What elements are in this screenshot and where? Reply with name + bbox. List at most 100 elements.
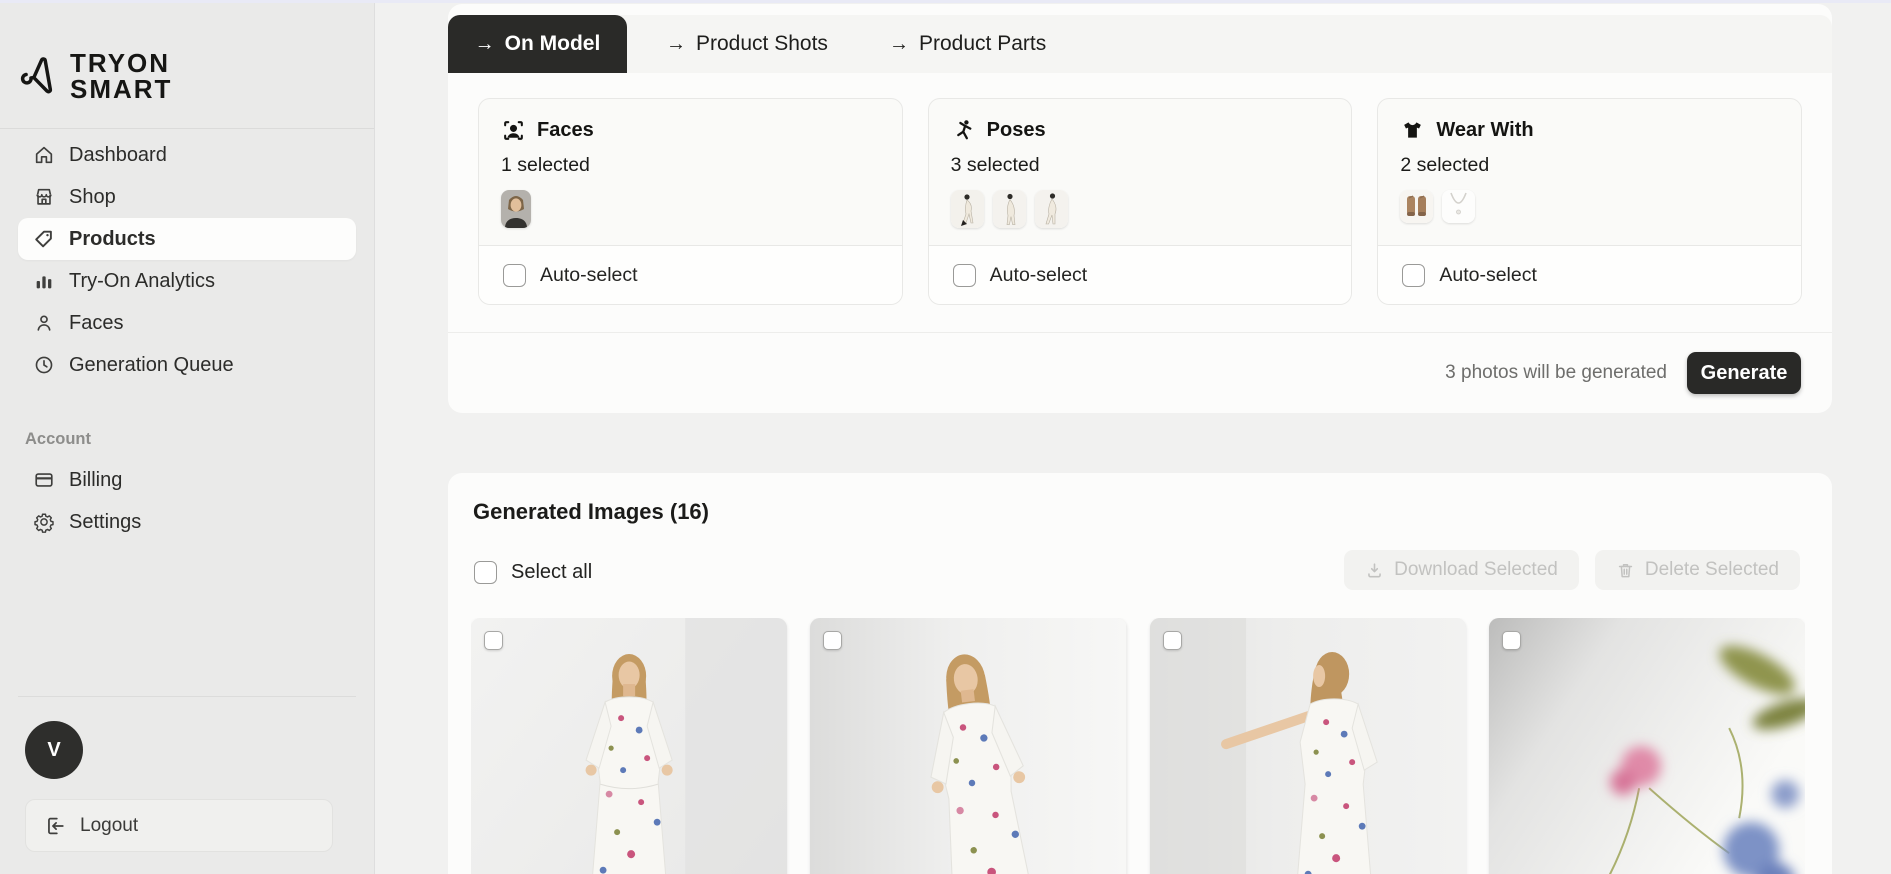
sidebar-item-label: Generation Queue xyxy=(69,353,234,376)
generated-image[interactable] xyxy=(471,618,788,874)
poses-selection-card: Poses 3 selected Auto-select xyxy=(927,98,1353,305)
image-checkbox[interactable] xyxy=(1501,631,1521,650)
sidebar-nav: Dashboard Shop Products Try-On Analytics… xyxy=(18,134,356,386)
generation-info-text: 3 photos will be generated xyxy=(1445,362,1667,383)
download-selected-label: Download Selected xyxy=(1394,559,1558,580)
home-icon xyxy=(33,144,55,166)
image-checkbox[interactable] xyxy=(484,631,503,650)
generated-image-grid xyxy=(471,618,1805,874)
trash-icon xyxy=(1618,563,1633,577)
tab-label: Product Parts xyxy=(919,32,1047,55)
sidebar-item-products[interactable]: Products xyxy=(18,218,356,260)
pose-thumbnail[interactable] xyxy=(992,190,1026,228)
tab-bar: → On Model → Product Shots → Product Par… xyxy=(448,15,1832,73)
person-icon xyxy=(33,312,55,334)
tab-on-model[interactable]: → On Model xyxy=(448,15,627,73)
generated-images-panel: Generated Images (16) Select all Downloa… xyxy=(448,473,1832,874)
auto-select-label: Auto-select xyxy=(540,263,638,286)
bulk-actions: Download Selected Delete Selected xyxy=(1344,550,1800,590)
faces-thumbnails xyxy=(501,190,880,228)
pose-thumbnail[interactable] xyxy=(950,190,984,228)
bar-chart-icon xyxy=(33,270,55,292)
generated-image[interactable] xyxy=(1149,618,1466,874)
auto-select-checkbox[interactable] xyxy=(503,263,526,287)
account-section-label: Account xyxy=(25,430,91,448)
arrow-icon: → xyxy=(666,32,686,55)
face-thumbnail[interactable] xyxy=(501,190,531,228)
delete-selected-label: Delete Selected xyxy=(1644,559,1779,580)
tag-icon xyxy=(33,228,55,250)
clock-icon xyxy=(33,354,55,376)
select-all-label: Select all xyxy=(511,561,593,583)
sidebar-item-faces[interactable]: Faces xyxy=(18,302,356,344)
poses-thumbnails xyxy=(950,190,1330,228)
download-selected-button[interactable]: Download Selected xyxy=(1344,550,1579,590)
selection-cards-row: Faces 1 selected Auto-select Poses 3 sel… xyxy=(478,98,1803,305)
necklace-thumbnail[interactable] xyxy=(1442,190,1476,223)
sidebar-item-label: Billing xyxy=(69,468,123,491)
generated-image[interactable] xyxy=(1488,618,1805,874)
auto-select-label: Auto-select xyxy=(989,263,1088,286)
tshirt-icon xyxy=(1400,118,1425,143)
image-checkbox[interactable] xyxy=(823,631,843,650)
wear-with-thumbnails xyxy=(1400,190,1779,223)
download-icon xyxy=(1368,562,1381,577)
credit-card-icon xyxy=(33,469,55,491)
selected-count: 2 selected xyxy=(1400,154,1490,176)
sidebar-item-billing[interactable]: Billing xyxy=(18,459,356,501)
sidebar-account-nav: Billing Settings xyxy=(18,459,356,543)
tab-product-shots[interactable]: → Product Shots xyxy=(652,15,842,73)
sidebar-item-label: Products xyxy=(69,227,156,250)
sidebar-item-label: Dashboard xyxy=(69,143,167,166)
sidebar-item-generation-queue[interactable]: Generation Queue xyxy=(18,344,356,386)
image-checkbox[interactable] xyxy=(1162,631,1182,650)
user-avatar[interactable]: V xyxy=(25,721,83,779)
sidebar-item-tryon-analytics[interactable]: Try-On Analytics xyxy=(18,260,356,302)
select-all-row: Select all xyxy=(474,561,592,584)
pose-icon xyxy=(951,118,976,143)
arrow-icon: → xyxy=(474,32,495,55)
wear-with-selection-card: Wear With 2 selected Auto-select xyxy=(1377,98,1803,305)
generate-row: 3 photos will be generated Generate xyxy=(448,333,1801,413)
sidebar-item-shop[interactable]: Shop xyxy=(18,176,356,218)
sidebar-item-settings[interactable]: Settings xyxy=(18,501,356,543)
card-title: Wear With xyxy=(1436,119,1534,141)
arrow-icon: → xyxy=(889,32,909,55)
app-logo: TRYON SMART xyxy=(20,50,172,102)
tab-label: On Model xyxy=(504,32,601,55)
sidebar-divider xyxy=(0,128,374,129)
sidebar-item-label: Faces xyxy=(69,311,124,334)
delete-selected-button[interactable]: Delete Selected xyxy=(1594,550,1800,590)
avatar-initial: V xyxy=(47,738,61,761)
tab-product-parts[interactable]: → Product Parts xyxy=(875,15,1060,73)
sidebar-divider xyxy=(18,696,356,697)
selected-count: 3 selected xyxy=(950,154,1040,176)
generated-image[interactable] xyxy=(810,618,1127,874)
sidebar-item-label: Shop xyxy=(69,185,116,208)
auto-select-checkbox[interactable] xyxy=(952,263,976,287)
sidebar-item-dashboard[interactable]: Dashboard xyxy=(18,134,356,176)
sidebar: TRYON SMART Dashboard Shop Products Try-… xyxy=(0,0,375,874)
face-scan-icon xyxy=(501,118,526,143)
hanger-icon xyxy=(20,51,64,101)
tab-label: Product Shots xyxy=(696,32,828,55)
card-title: Poses xyxy=(986,119,1046,141)
gear-icon xyxy=(33,511,55,533)
generated-images-title: Generated Images (16) xyxy=(473,499,709,524)
select-all-checkbox[interactable] xyxy=(474,561,497,584)
app-name: TRYON SMART xyxy=(70,48,173,104)
shoes-thumbnail[interactable] xyxy=(1400,190,1434,223)
auto-select-checkbox[interactable] xyxy=(1402,263,1426,287)
storefront-icon xyxy=(33,186,55,208)
card-title: Faces xyxy=(537,119,594,141)
auto-select-label: Auto-select xyxy=(1439,263,1537,286)
pose-thumbnail[interactable] xyxy=(1034,190,1068,228)
logout-button[interactable]: Logout xyxy=(25,799,333,852)
generate-button[interactable]: Generate xyxy=(1687,352,1801,394)
sidebar-item-label: Try-On Analytics xyxy=(69,269,215,292)
window-top-edge xyxy=(0,0,1891,3)
product-generation-panel: → On Model → Product Shots → Product Par… xyxy=(448,4,1832,413)
selected-count: 1 selected xyxy=(501,154,590,176)
logout-icon xyxy=(44,815,66,837)
faces-selection-card: Faces 1 selected Auto-select xyxy=(478,98,903,305)
